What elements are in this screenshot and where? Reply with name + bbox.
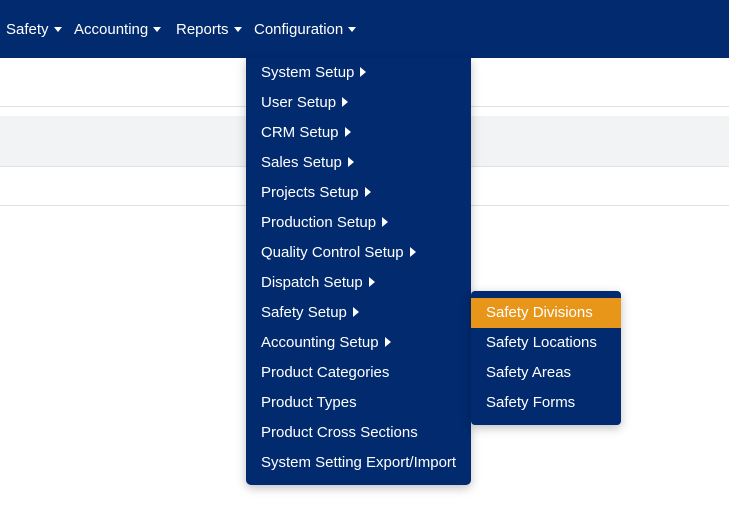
submenu-item-safety-locations[interactable]: Safety Locations	[471, 328, 621, 358]
caret-right-icon	[342, 97, 349, 108]
menu-item-sales-setup[interactable]: Sales Setup	[246, 148, 471, 178]
menu-item-label: Product Cross Sections	[261, 424, 418, 441]
nav-accounting[interactable]: Accounting	[74, 20, 162, 40]
nav-safety-label: Safety	[6, 21, 49, 38]
menu-item-accounting-setup[interactable]: Accounting Setup	[246, 328, 471, 358]
menu-item-label: Projects Setup	[261, 184, 359, 201]
menu-item-user-setup[interactable]: User Setup	[246, 88, 471, 118]
menu-item-product-types[interactable]: Product Types	[246, 388, 471, 418]
menu-item-label: User Setup	[261, 94, 337, 111]
configuration-dropdown-menu: System Setup User Setup CRM Setup Sales …	[246, 58, 471, 485]
nav-configuration-label: Configuration	[254, 21, 344, 38]
caret-right-icon	[352, 307, 359, 318]
submenu-item-label: Safety Forms	[486, 394, 576, 411]
submenu-item-safety-areas[interactable]: Safety Areas	[471, 358, 621, 388]
caret-right-icon	[347, 157, 354, 168]
submenu-item-label: Safety Locations	[486, 334, 597, 351]
menu-item-system-setting-export-import[interactable]: System Setting Export/Import	[246, 448, 471, 478]
caret-right-icon	[344, 127, 351, 138]
caret-down-icon	[348, 26, 357, 32]
menu-item-label: Product Types	[261, 394, 357, 411]
caret-right-icon	[368, 277, 375, 288]
caret-right-icon	[360, 67, 367, 78]
menu-item-label: Product Categories	[261, 364, 390, 381]
menu-item-label: Accounting Setup	[261, 334, 379, 351]
menu-item-dispatch-setup[interactable]: Dispatch Setup	[246, 268, 471, 298]
menu-item-product-cross-sections[interactable]: Product Cross Sections	[246, 418, 471, 448]
menu-item-label: Dispatch Setup	[261, 274, 363, 291]
menu-item-label: Production Setup	[261, 214, 377, 231]
nav-reports[interactable]: Reports	[176, 20, 242, 40]
caret-down-icon	[233, 26, 242, 32]
menu-item-label: Quality Control Setup	[261, 244, 404, 261]
caret-right-icon	[409, 247, 416, 258]
nav-accounting-label: Accounting	[74, 21, 149, 38]
caret-down-icon	[53, 26, 62, 32]
menu-item-production-setup[interactable]: Production Setup	[246, 208, 471, 238]
top-navbar: Safety Accounting Reports Configuration	[0, 0, 729, 58]
menu-item-projects-setup[interactable]: Projects Setup	[246, 178, 471, 208]
menu-item-label: System Setup	[261, 64, 355, 81]
menu-item-product-categories[interactable]: Product Categories	[246, 358, 471, 388]
nav-configuration[interactable]: Configuration	[254, 20, 357, 40]
submenu-item-label: Safety Divisions	[486, 304, 593, 321]
menu-item-system-setup[interactable]: System Setup	[246, 58, 471, 88]
submenu-item-safety-divisions[interactable]: Safety Divisions	[471, 298, 621, 328]
menu-item-crm-setup[interactable]: CRM Setup	[246, 118, 471, 148]
caret-right-icon	[382, 217, 389, 228]
menu-item-safety-setup[interactable]: Safety Setup	[246, 298, 471, 328]
menu-item-quality-control-setup[interactable]: Quality Control Setup	[246, 238, 471, 268]
submenu-item-safety-forms[interactable]: Safety Forms	[471, 388, 621, 418]
menu-item-label: Sales Setup	[261, 154, 342, 171]
nav-safety[interactable]: Safety	[6, 20, 62, 40]
submenu-item-label: Safety Areas	[486, 364, 572, 381]
nav-reports-label: Reports	[176, 21, 229, 38]
menu-item-label: CRM Setup	[261, 124, 339, 141]
menu-item-label: Safety Setup	[261, 304, 347, 321]
menu-item-label: System Setting Export/Import	[261, 454, 457, 471]
caret-right-icon	[384, 337, 391, 348]
caret-down-icon	[153, 26, 162, 32]
caret-right-icon	[364, 187, 371, 198]
safety-setup-submenu: Safety Divisions Safety Locations Safety…	[471, 291, 621, 425]
